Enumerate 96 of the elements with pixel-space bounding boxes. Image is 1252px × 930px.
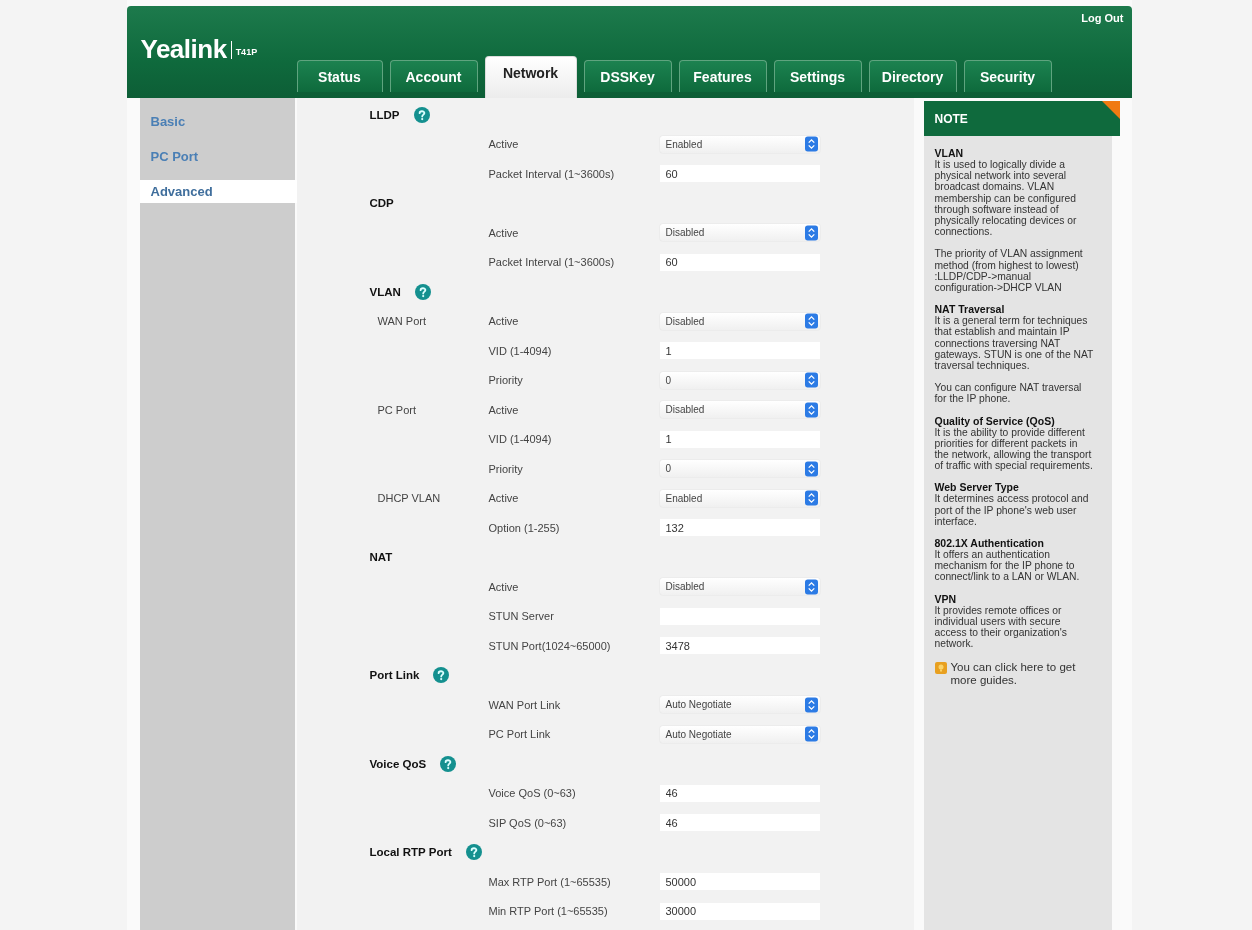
nav-tab[interactable]: Network <box>484 56 577 98</box>
stepper-icon <box>804 136 818 153</box>
logout-link[interactable]: Log Out <box>1081 12 1124 24</box>
field-label: STUN Port(1024~65000) <box>488 639 612 652</box>
stepper-icon <box>804 372 818 389</box>
note-heading: VPN <box>934 593 958 605</box>
input-field[interactable]: 46 <box>659 784 820 802</box>
help-icon[interactable] <box>440 755 457 772</box>
field-label: Active <box>488 315 520 328</box>
dropdown[interactable]: Auto Negotiate <box>659 696 820 714</box>
guide-link[interactable]: You can click here to get more guides. <box>950 660 1094 687</box>
note-text: It is a general term for techniques that establish and maintain IP connections traversing NAT gateways. STUN is one of the NAT traversal techniques. <box>934 315 1094 372</box>
group-label: DHCP VLAN <box>377 492 441 505</box>
field-label: Priority <box>488 462 524 475</box>
field-label: Option (1-255) <box>488 521 561 534</box>
nav-tab[interactable]: DSSKey <box>583 60 672 92</box>
input-field[interactable]: 30000 <box>659 902 820 920</box>
nav-tab[interactable]: Status <box>296 60 383 92</box>
section-title: Voice QoS <box>369 757 427 770</box>
dropdown[interactable]: Disabled <box>659 401 820 419</box>
note-heading: VLAN <box>934 148 965 159</box>
field-label: STUN Server <box>488 610 555 623</box>
note-text: It determines access protocol and port of the IP phone's web user interface. <box>934 493 1090 528</box>
field-label: Max RTP Port (1~65535) <box>488 875 612 888</box>
brand-logo: Yealink <box>140 34 227 65</box>
field-label: Active <box>488 403 520 416</box>
note-text: You can configure NAT traversal for the IP phone. <box>934 382 1083 405</box>
dropdown[interactable]: Enabled <box>659 135 820 153</box>
help-icon[interactable] <box>433 667 450 684</box>
note-text: It is the ability to provide different priorities for different packets in the network, allowing the transport of traffic with special requirements. <box>934 426 1094 472</box>
dropdown[interactable]: 0 <box>659 460 820 478</box>
model-label: T41P <box>230 40 258 59</box>
corner-icon <box>1101 101 1120 119</box>
nav-tab[interactable]: Settings <box>773 60 862 92</box>
field-label: Voice QoS (0~63) <box>488 787 577 800</box>
section-title: LLDP <box>369 108 400 121</box>
help-icon[interactable] <box>414 283 431 300</box>
section-title: Port Link <box>369 669 420 682</box>
dropdown[interactable]: Disabled <box>659 578 820 596</box>
note-text: It offers an authentication mechanism for the IP phone to connect/link to a LAN or WLAN. <box>934 549 1081 583</box>
stepper-icon <box>804 313 818 330</box>
field-label: PC Port Link <box>488 728 552 741</box>
help-icon[interactable] <box>465 844 482 861</box>
field-label: Active <box>488 492 520 505</box>
note-heading: NAT Traversal <box>934 304 1006 316</box>
field-label: Min RTP Port (1~65535) <box>488 905 609 918</box>
stepper-icon <box>804 696 818 713</box>
input-field[interactable]: 3478 <box>659 637 820 655</box>
stepper-icon <box>804 726 818 743</box>
input-field[interactable]: 1 <box>659 430 820 448</box>
field-label: Priority <box>488 374 524 387</box>
field-label: Active <box>488 580 520 593</box>
nav-tab[interactable]: Directory <box>868 60 957 92</box>
nav-tab[interactable]: Account <box>389 60 478 92</box>
input-field[interactable]: 60 <box>659 253 820 271</box>
dropdown[interactable]: Enabled <box>659 489 820 507</box>
stepper-icon <box>804 490 818 507</box>
dropdown[interactable]: Auto Negotiate <box>659 725 820 743</box>
field-label: Active <box>488 226 520 239</box>
field-label: WAN Port Link <box>488 698 562 711</box>
input-field[interactable]: 60 <box>659 165 820 183</box>
note-heading: 802.1X Authentication <box>934 538 1045 550</box>
sidebar-item[interactable]: Advanced <box>139 180 297 203</box>
section-title: VLAN <box>369 285 401 298</box>
dropdown[interactable]: Disabled <box>659 312 820 330</box>
note-heading: Web Server Type <box>934 482 1020 494</box>
field-label: SIP QoS (0~63) <box>488 816 568 829</box>
field-label: Packet Interval (1~3600s) <box>488 167 616 180</box>
note-title: NOTE <box>934 111 968 126</box>
section-title: Local RTP Port <box>369 846 452 859</box>
note-text: It is used to logically divide a physical network into several broadcast domains. VLAN membership can be configured through software instead of physically relocating devices or connections. <box>934 159 1078 238</box>
stepper-icon <box>804 460 818 477</box>
field-label: VID (1-4094) <box>488 433 553 446</box>
group-label: PC Port <box>377 403 416 416</box>
dropdown[interactable]: 0 <box>659 371 820 389</box>
section-title: CDP <box>369 197 394 210</box>
field-label: Packet Interval (1~3600s) <box>488 256 616 269</box>
bulb-icon <box>934 661 947 674</box>
note-text: It provides remote offices or individual users with secure access to their organization's network. <box>934 604 1068 650</box>
input-field[interactable]: 50000 <box>659 873 820 891</box>
help-icon[interactable] <box>413 106 430 123</box>
group-label: WAN Port <box>377 315 426 328</box>
input-field[interactable]: 1 <box>659 342 820 360</box>
stepper-icon <box>804 401 818 418</box>
stepper-icon <box>804 578 818 595</box>
field-label: VID (1-4094) <box>488 344 553 357</box>
section-title: NAT <box>369 551 393 564</box>
field-label: Active <box>488 138 520 151</box>
dropdown[interactable]: Disabled <box>659 224 820 242</box>
input-field[interactable]: 46 <box>659 814 820 832</box>
note-heading: Quality of Service (QoS) <box>934 415 1056 427</box>
nav-tab[interactable]: Security <box>963 60 1052 92</box>
note-text: The priority of VLAN assignment method (from highest to lowest) :LLDP/CDP->manual configuration->DHCP VLAN <box>934 248 1084 294</box>
nav-tab[interactable]: Features <box>678 60 767 92</box>
input-field[interactable]: 132 <box>659 519 820 537</box>
stepper-icon <box>804 224 818 241</box>
